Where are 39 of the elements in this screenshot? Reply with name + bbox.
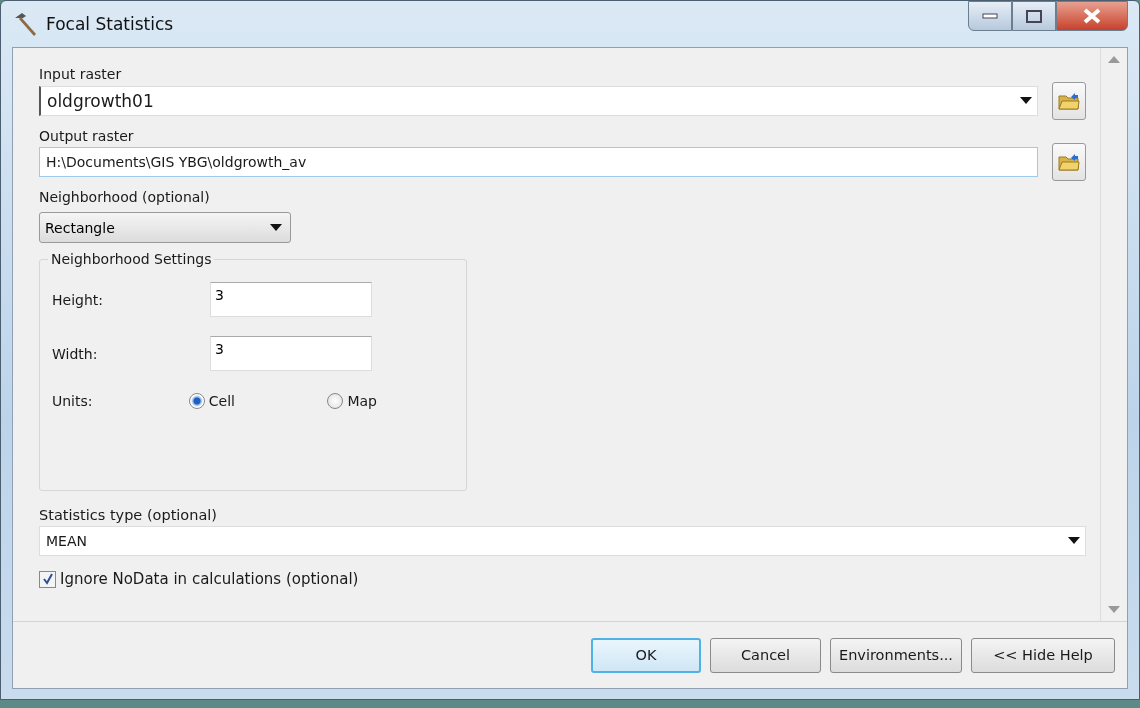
output-raster-field[interactable]: H:\Documents\GIS YBG\oldgrowth_av (39, 147, 1038, 177)
group-title: Neighborhood Settings (48, 251, 215, 267)
statistics-type-combo[interactable]: MEAN (39, 526, 1086, 556)
dropdown-arrow-icon (1020, 97, 1032, 105)
field-label: Input raster (39, 66, 123, 84)
dialog-button[interactable]: << Hide Help (971, 637, 1115, 673)
radio-option[interactable]: Map (327, 393, 466, 409)
field-label: Width: (52, 345, 99, 362)
maximize-icon (1026, 9, 1042, 23)
check-icon (41, 573, 54, 585)
dialog-button[interactable]: Cancel (710, 637, 821, 673)
browse-button[interactable] (1052, 143, 1086, 181)
scroll-up-icon[interactable] (1108, 56, 1120, 63)
dropdown-arrow-icon (1068, 537, 1080, 545)
checkbox-label: Ignore NoData in calculations (optional) (60, 570, 359, 588)
checkbox[interactable] (39, 570, 56, 588)
dialog-button[interactable]: Environments... (830, 637, 962, 673)
field-label: Units: (52, 393, 94, 409)
neighborhood-dropdown[interactable]: Rectangle (39, 212, 291, 243)
minimize-icon (982, 13, 998, 19)
dialog-button[interactable]: OK (591, 637, 701, 673)
dropdown-arrow-icon (270, 223, 282, 232)
field-label: Neighborhood (optional) (39, 189, 211, 207)
input-field[interactable]: 3 (210, 336, 372, 371)
minimize-button[interactable] (968, 1, 1012, 31)
input-raster-combo[interactable]: oldgrowth01 (39, 86, 1038, 116)
folder-icon (1058, 92, 1080, 110)
close-icon (1082, 8, 1102, 24)
field-label: Statistics type (optional) (39, 507, 218, 525)
maximize-button[interactable] (1012, 1, 1056, 31)
close-button[interactable] (1056, 1, 1128, 31)
window-title: Focal Statistics (46, 14, 174, 34)
scroll-down-icon[interactable] (1108, 606, 1120, 613)
field-label: Output raster (39, 128, 135, 146)
input-field[interactable]: 3 (210, 282, 372, 317)
field-label: Height: (52, 291, 104, 308)
radio-option[interactable]: Cell (188, 393, 328, 409)
folder-icon (1058, 153, 1080, 171)
browse-button[interactable] (1052, 82, 1086, 120)
